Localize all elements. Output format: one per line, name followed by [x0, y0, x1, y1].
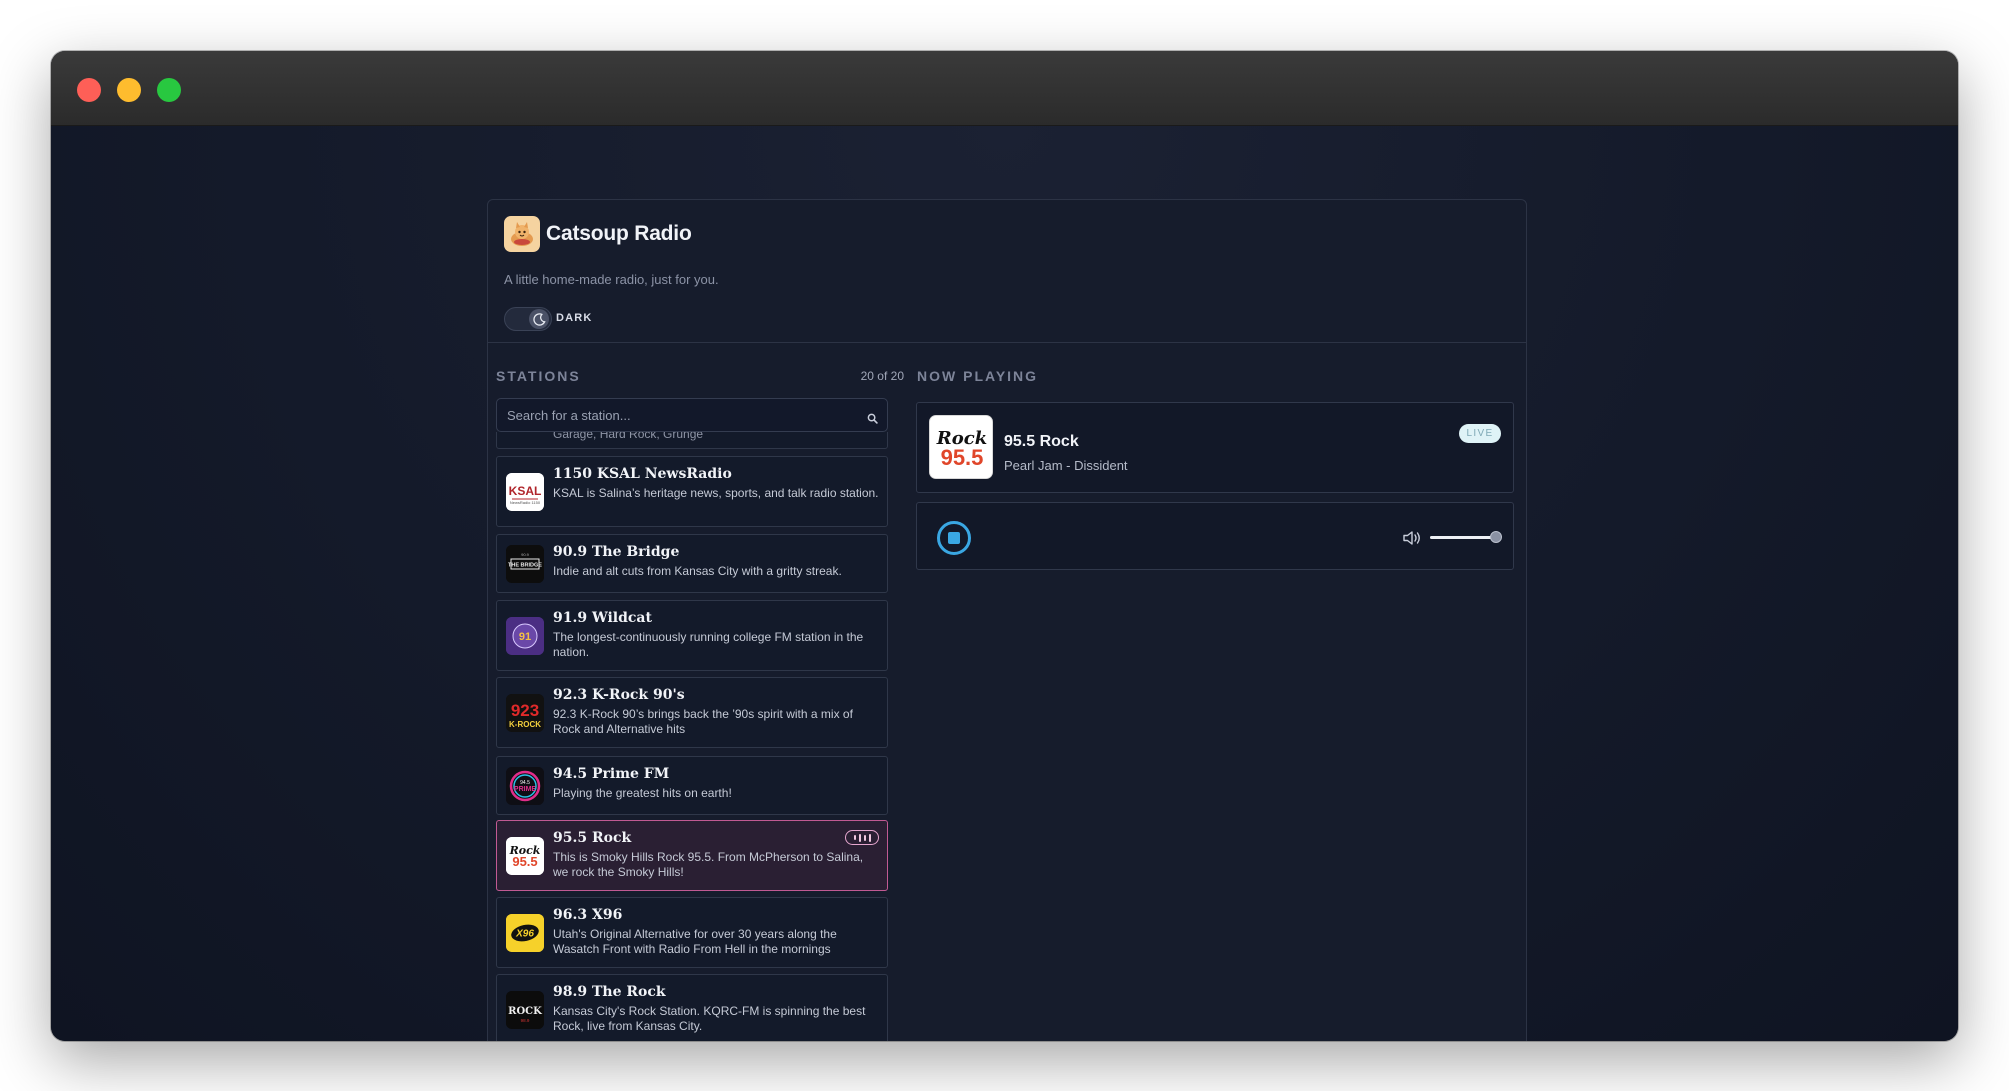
svg-text:ROCK: ROCK: [508, 1006, 542, 1017]
stop-button[interactable]: [937, 521, 971, 555]
the-bridge-logo: THE BRIDGE 90.9: [506, 545, 544, 583]
svg-text:X96: X96: [515, 929, 534, 940]
now-playing-card: Rock 95.5 95.5 Rock Pearl Jam - Dissiden…: [916, 402, 1514, 493]
stop-icon: [948, 532, 960, 544]
station-description: Indie and alt cuts from Kansas City with…: [553, 564, 842, 578]
station-name: 91.9 Wildcat: [553, 610, 652, 626]
svg-text:NewsRadio 1150: NewsRadio 1150: [510, 500, 541, 505]
volume-icon[interactable]: [1402, 529, 1422, 551]
station-description: Playing the greatest hits on earth!: [553, 786, 732, 800]
svg-text:PRIME: PRIME: [514, 786, 537, 793]
volume-slider-fill: [1430, 536, 1497, 539]
rock-955-logo: Rock 95.5: [506, 837, 544, 875]
now-playing-artwork: Rock 95.5: [929, 415, 993, 479]
ksal-logo: KSAL NewsRadio 1150: [506, 473, 544, 511]
station-item-rock-955[interactable]: Rock 95.5 95.5 Rock This is Smoky Hills …: [496, 820, 888, 891]
prime-fm-logo: 94.5 PRIME: [506, 767, 544, 805]
station-name: 92.3 K-Rock 90's: [553, 687, 685, 703]
station-name: 96.3 X96: [553, 907, 623, 923]
station-description: Garage, Hard Rock, Grunge: [553, 432, 704, 441]
now-playing-track: Pearl Jam - Dissident: [1004, 458, 1128, 473]
station-description: 92.3 K-Rock 90’s brings back the ’90s sp…: [553, 707, 853, 736]
live-badge: LIVE: [1459, 424, 1501, 443]
the-rock-logo: ROCK 98.9: [506, 991, 544, 1029]
svg-text:KSAL: KSAL: [509, 484, 542, 498]
x96-logo: X96: [506, 914, 544, 952]
station-item-the-bridge[interactable]: THE BRIDGE 90.9 90.9 The Bridge Indie an…: [496, 534, 888, 593]
station-description: Utah's Original Alternative for over 30 …: [553, 927, 837, 956]
station-description: This is Smoky Hills Rock 95.5. From McPh…: [553, 850, 864, 879]
svg-text:95.5: 95.5: [941, 445, 984, 470]
app-tagline: A little home-made radio, just for you.: [504, 272, 719, 287]
close-window-button[interactable]: [77, 78, 101, 102]
station-item-x96[interactable]: X96 96.3 X96 Utah's Original Alternative…: [496, 897, 888, 968]
radio-app: Catsoup Radio A little home-made radio, …: [487, 199, 1527, 1041]
station-list[interactable]: Garage, Hard Rock, Grunge KSAL NewsRadio…: [496, 432, 888, 1041]
svg-text:98.9: 98.9: [521, 1018, 530, 1023]
station-description: Kansas City's Rock Station. KQRC-FM is s…: [553, 1004, 866, 1033]
search-icon: [867, 409, 878, 428]
station-search: [496, 398, 888, 432]
station-item-prime-fm[interactable]: 94.5 PRIME 94.5 Prime FM Playing the gre…: [496, 756, 888, 815]
station-name: 90.9 The Bridge: [553, 544, 680, 560]
player-controls: [916, 502, 1514, 570]
svg-text:THE BRIDGE: THE BRIDGE: [508, 563, 542, 569]
stations-heading: STATIONS: [496, 368, 581, 384]
maximize-window-button[interactable]: [157, 78, 181, 102]
moon-icon: [529, 309, 549, 329]
station-item-krock[interactable]: 923 K-ROCK 92.3 K-Rock 90's 92.3 K-Rock …: [496, 677, 888, 748]
search-input[interactable]: [497, 399, 887, 431]
cat-logo-icon: [504, 216, 540, 252]
svg-text:95.5: 95.5: [512, 854, 537, 869]
svg-text:90.9: 90.9: [521, 552, 530, 557]
playing-equalizer-icon: [845, 830, 879, 845]
app-title: Catsoup Radio: [546, 222, 692, 245]
station-description: KSAL is Salina’s heritage news, sports, …: [553, 486, 879, 500]
now-playing-station: 95.5 Rock: [1004, 433, 1079, 450]
svg-text:923: 923: [511, 701, 539, 720]
station-item-the-rock[interactable]: ROCK 98.9 98.9 The Rock Kansas City's Ro…: [496, 974, 888, 1041]
station-name: 98.9 The Rock: [553, 984, 666, 1000]
theme-toggle[interactable]: [504, 307, 552, 331]
page-content: Catsoup Radio A little home-made radio, …: [51, 126, 1958, 1041]
wildcat-logo: 91: [506, 617, 544, 655]
browser-window: Catsoup Radio A little home-made radio, …: [51, 51, 1958, 1041]
svg-text:91: 91: [519, 631, 531, 643]
volume-slider[interactable]: [1430, 531, 1503, 543]
station-item-wildcat[interactable]: 91 91.9 Wildcat The longest-continuously…: [496, 600, 888, 671]
list-item[interactable]: Garage, Hard Rock, Grunge: [496, 432, 888, 449]
volume-slider-thumb[interactable]: [1490, 531, 1503, 543]
station-count: 20 of 20: [860, 369, 904, 383]
station-name: 95.5 Rock: [553, 830, 632, 846]
minimize-window-button[interactable]: [117, 78, 141, 102]
krock-logo: 923 K-ROCK: [506, 694, 544, 732]
station-item-ksal[interactable]: KSAL NewsRadio 1150 1150 KSAL NewsRadio …: [496, 456, 888, 527]
app-header: Catsoup Radio A little home-made radio, …: [488, 200, 1526, 343]
theme-label: DARK: [556, 312, 593, 324]
svg-text:K-ROCK: K-ROCK: [509, 720, 541, 729]
station-name: 1150 KSAL NewsRadio: [553, 466, 732, 482]
station-name: 94.5 Prime FM: [553, 766, 670, 782]
station-description: The longest-continuously running college…: [553, 630, 864, 659]
window-titlebar: [51, 51, 1958, 126]
now-playing-heading: NOW PLAYING: [917, 368, 1039, 384]
